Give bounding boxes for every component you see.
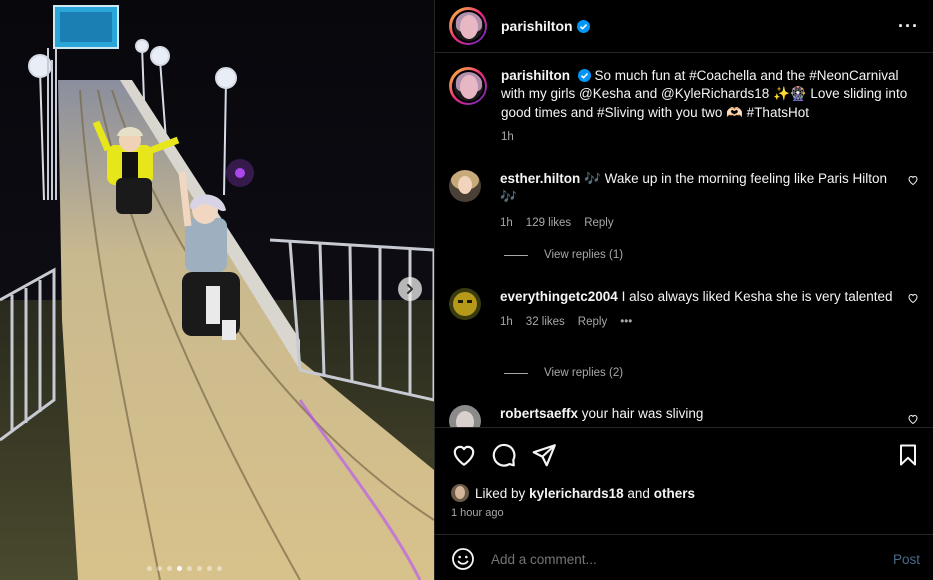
verified-badge-icon — [577, 69, 591, 82]
reply-button[interactable]: Reply — [584, 214, 613, 232]
comment-text: I also always liked Kesha she is very ta… — [621, 289, 893, 304]
commenter-avatar[interactable] — [449, 170, 481, 202]
emoji-icon[interactable] — [451, 547, 475, 571]
carousel-dot — [167, 566, 172, 571]
commenter-avatar[interactable] — [449, 405, 481, 427]
liker-avatar[interactable] — [451, 484, 469, 502]
carousel-next-button[interactable] — [398, 277, 422, 301]
post-actions: Liked by kylerichards18 and others 1 hou… — [435, 427, 933, 580]
caption-avatar[interactable] — [449, 67, 487, 105]
slide-photo — [0, 0, 434, 580]
caption-time: 1h — [501, 131, 514, 144]
carousel-dot — [197, 566, 202, 571]
reply-button[interactable]: Reply — [578, 313, 607, 331]
liked-by-summary: Liked by kylerichards18 and others — [451, 484, 695, 502]
add-comment-input[interactable] — [491, 551, 893, 567]
comments-list[interactable]: parishilton So much fun at #Coachella an… — [435, 53, 933, 427]
more-options-button[interactable]: ··· — [898, 16, 919, 37]
bookmark-save-icon[interactable] — [896, 442, 920, 468]
post-side-panel: parishilton ··· parishilton So much fun … — [434, 0, 933, 580]
add-comment-bar: Post — [435, 534, 933, 580]
carousel-dot — [217, 566, 222, 571]
post-comment-button[interactable]: Post — [893, 552, 920, 567]
post-header: parishilton ··· — [435, 0, 933, 53]
comment-text: your hair was sliving — [581, 406, 704, 421]
like-comment-heart-icon[interactable] — [907, 292, 919, 304]
comment-item: robertsaeffx your hair was sliving — [449, 405, 919, 427]
comment-time: 1h — [500, 316, 513, 329]
comment-username[interactable]: esther.hilton — [500, 171, 580, 186]
post-timestamp: 1 hour ago — [451, 507, 504, 519]
author-avatar[interactable] — [449, 7, 487, 45]
comment-username[interactable]: everythingetc2004 — [500, 289, 618, 304]
post-modal: parishilton ··· parishilton So much fun … — [0, 0, 933, 580]
share-send-icon[interactable] — [531, 442, 557, 468]
divider-line — [504, 254, 528, 256]
post-caption: parishilton So much fun at #Coachella an… — [449, 67, 919, 147]
comment-username[interactable]: robertsaeffx — [500, 406, 578, 421]
comment-more-options-button[interactable]: ••• — [620, 313, 632, 331]
commenter-avatar[interactable] — [449, 288, 481, 320]
comment-time: 1h — [500, 216, 513, 229]
comment-bubble-icon[interactable] — [491, 442, 517, 468]
like-comment-heart-icon[interactable] — [907, 174, 919, 186]
view-replies-button[interactable]: View replies (2) — [504, 367, 623, 379]
comment-likes[interactable]: 32 likes — [526, 313, 565, 331]
caption-username[interactable]: parishilton — [501, 68, 570, 83]
liked-by-others[interactable]: others — [654, 486, 695, 501]
liked-by-prefix: Liked by — [475, 485, 526, 501]
carousel-dot — [207, 566, 212, 571]
carousel-indicator — [147, 566, 222, 571]
like-heart-icon[interactable] — [451, 442, 477, 468]
liked-by-and: and — [627, 485, 650, 501]
divider-line — [504, 372, 528, 374]
carousel-dot — [187, 566, 192, 571]
post-media[interactable] — [0, 0, 434, 580]
carousel-dot — [157, 566, 162, 571]
liked-by-user[interactable]: kylerichards18 — [529, 486, 624, 501]
view-replies-label: View replies (1) — [544, 249, 624, 261]
verified-badge-icon — [576, 19, 590, 33]
view-replies-label: View replies (2) — [544, 367, 624, 379]
carousel-dot — [177, 566, 182, 571]
comment-item: everythingetc2004 I also always liked Ke… — [449, 288, 919, 332]
author-username[interactable]: parishilton — [501, 18, 573, 34]
carousel-dot — [147, 566, 152, 571]
comment-likes[interactable]: 129 likes — [526, 214, 571, 232]
comment-item: esther.hilton 🎶 Wake up in the morning f… — [449, 170, 919, 232]
view-replies-button[interactable]: View replies (1) — [504, 249, 623, 261]
like-comment-heart-icon[interactable] — [907, 413, 919, 425]
chevron-right-icon — [407, 284, 413, 294]
